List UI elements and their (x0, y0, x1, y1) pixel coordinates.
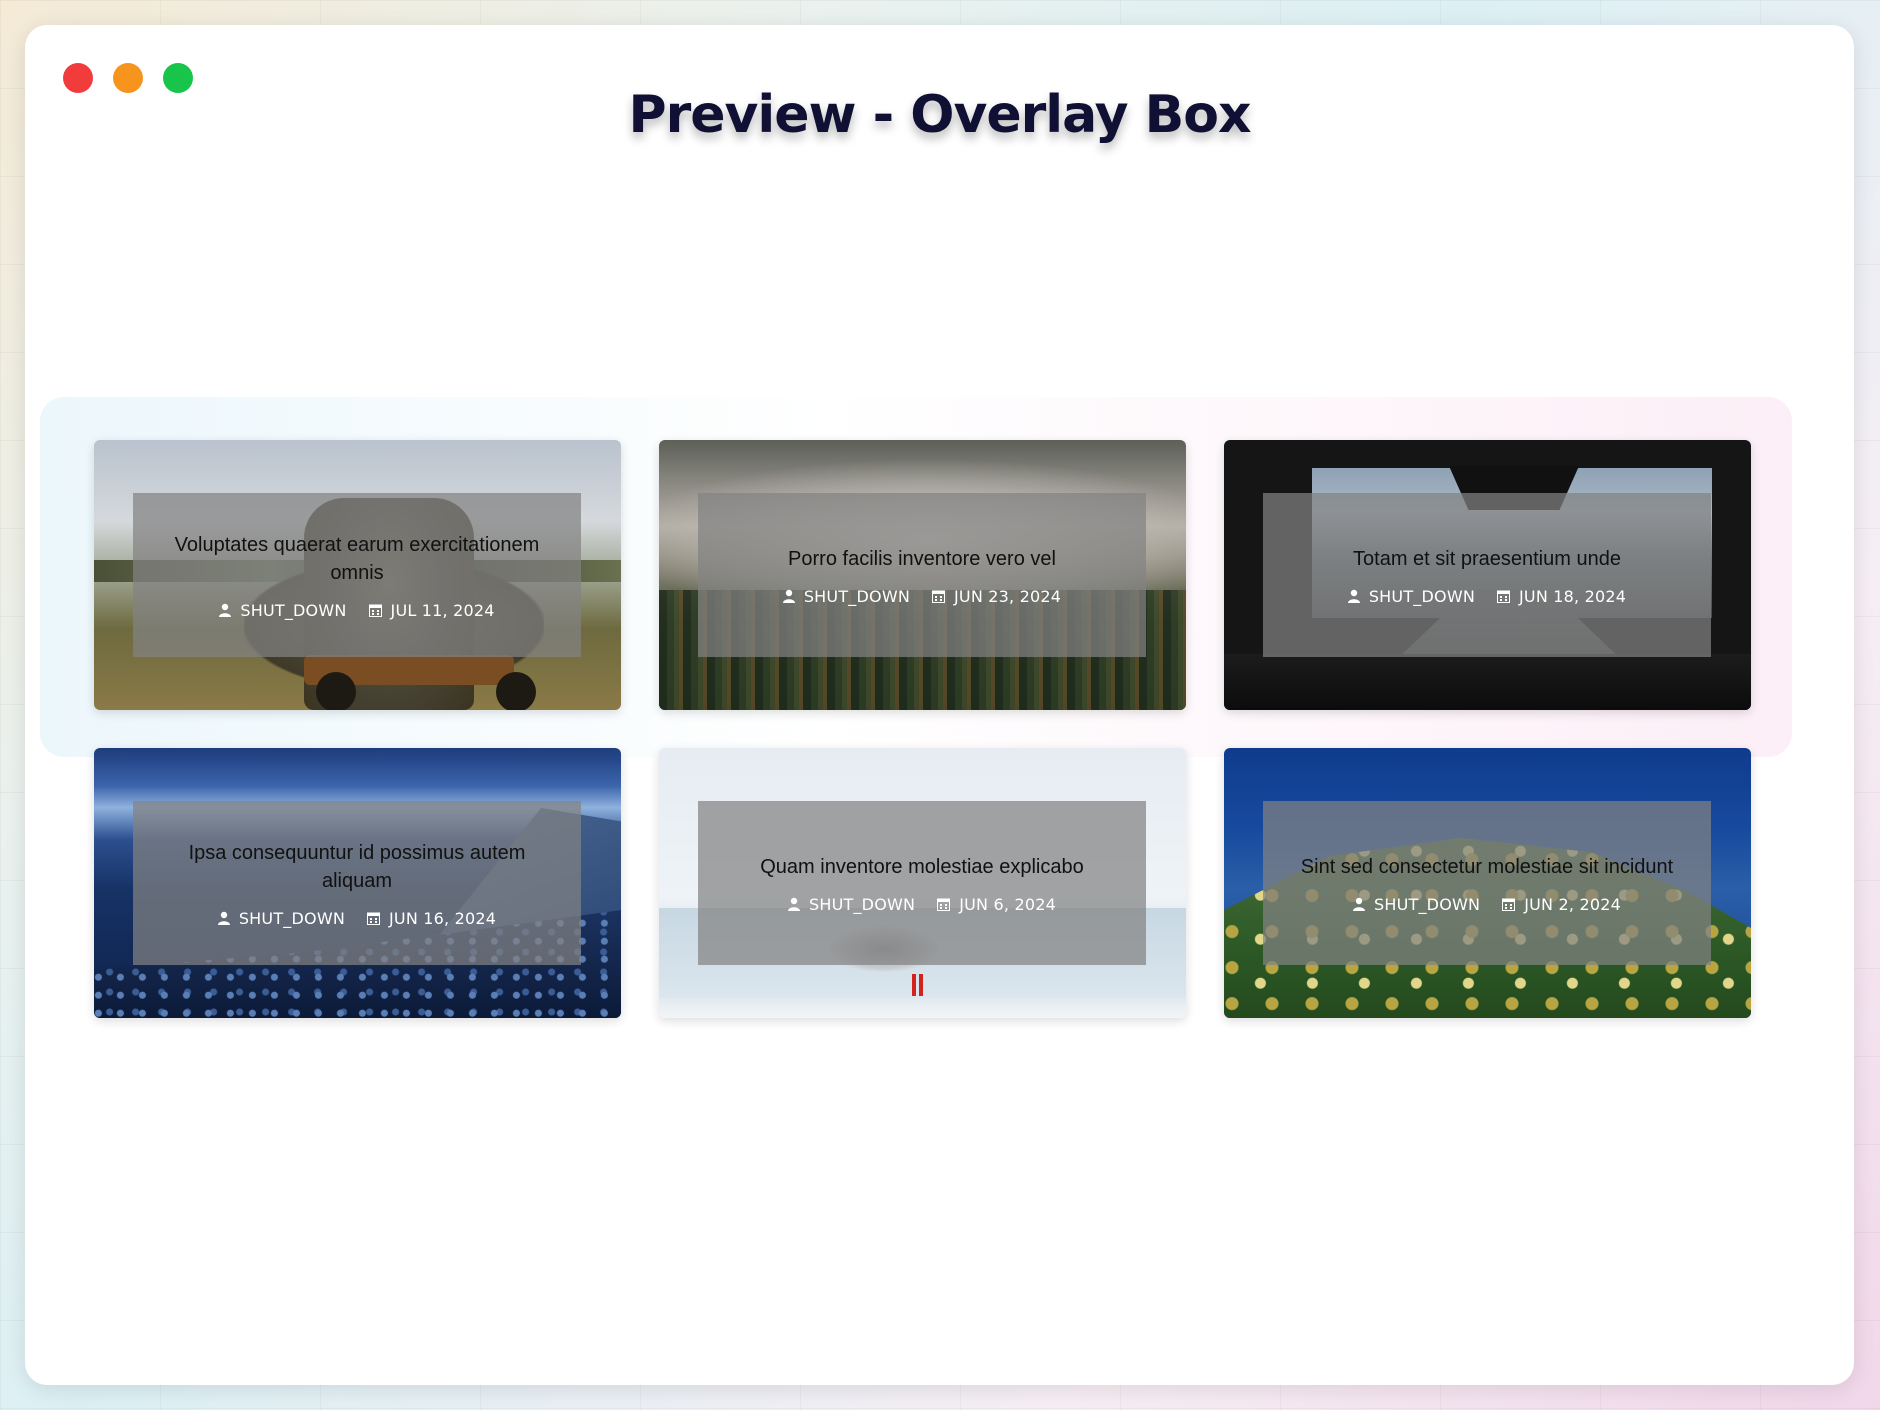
user-icon (1353, 897, 1366, 911)
post-title[interactable]: Quam inventore molestiae explicabo (760, 853, 1084, 881)
post-date: JUN 16, 2024 (389, 908, 497, 928)
post-grid: Voluptates quaerat earum exercitationem … (94, 440, 1751, 1018)
user-icon (788, 897, 801, 911)
post-overlay-box: Quam inventore molestiae explicabo SHUT_… (698, 801, 1146, 965)
post-date: JUN 23, 2024 (954, 586, 1062, 606)
post-card[interactable]: Ipsa consequuntur id possimus autem aliq… (94, 748, 621, 1018)
post-author[interactable]: SHUT_DOWN (804, 587, 910, 606)
post-overlay-box: Porro facilis inventore vero vel SHUT_DO… (698, 493, 1146, 657)
post-title[interactable]: Porro facilis inventore vero vel (788, 545, 1056, 573)
calendar-icon (367, 912, 381, 925)
post-card[interactable]: Sint sed consectetur molestiae sit incid… (1224, 748, 1751, 1018)
post-meta: SHUT_DOWN JUN 2, 2024 (1353, 895, 1621, 914)
calendar-icon (1502, 898, 1516, 911)
calendar-icon (1497, 590, 1511, 603)
post-author[interactable]: SHUT_DOWN (1374, 895, 1480, 914)
user-icon (782, 589, 795, 603)
post-title[interactable]: Ipsa consequuntur id possimus autem aliq… (155, 839, 559, 895)
post-meta: SHUT_DOWN JUN 16, 2024 (217, 908, 497, 928)
post-overlay-box: Sint sed consectetur molestiae sit incid… (1263, 801, 1711, 965)
post-date: JUL 11, 2024 (390, 600, 495, 620)
post-overlay-box: Voluptates quaerat earum exercitationem … (133, 493, 581, 657)
post-overlay-box: Totam et sit praesentium unde SHUT_DOWN … (1263, 493, 1711, 657)
post-card[interactable]: Quam inventore molestiae explicabo SHUT_… (659, 748, 1186, 1018)
post-date: JUN 6, 2024 (959, 894, 1056, 914)
post-author[interactable]: SHUT_DOWN (1369, 587, 1475, 606)
calendar-icon (937, 898, 951, 911)
post-meta: SHUT_DOWN JUN 6, 2024 (788, 895, 1056, 914)
post-title[interactable]: Sint sed consectetur molestiae sit incid… (1301, 853, 1673, 881)
user-icon (219, 603, 232, 617)
post-author[interactable]: SHUT_DOWN (809, 895, 915, 914)
post-title[interactable]: Voluptates quaerat earum exercitationem … (155, 531, 559, 587)
post-card[interactable]: Totam et sit praesentium unde SHUT_DOWN … (1224, 440, 1751, 710)
post-date: JUN 18, 2024 (1519, 586, 1627, 606)
post-card[interactable]: Porro facilis inventore vero vel SHUT_DO… (659, 440, 1186, 710)
calendar-icon (932, 590, 946, 603)
post-date: JUN 2, 2024 (1524, 894, 1621, 914)
post-meta: SHUT_DOWN JUN 18, 2024 (1347, 586, 1627, 606)
post-meta: SHUT_DOWN JUL 11, 2024 (219, 601, 494, 620)
post-card[interactable]: Voluptates quaerat earum exercitationem … (94, 440, 621, 710)
post-author[interactable]: SHUT_DOWN (239, 909, 345, 928)
post-meta: SHUT_DOWN JUN 23, 2024 (782, 586, 1062, 606)
page-title: Preview - Overlay Box (628, 85, 1251, 145)
calendar-icon (368, 604, 382, 617)
user-icon (1347, 589, 1360, 603)
post-overlay-box: Ipsa consequuntur id possimus autem aliq… (133, 801, 581, 965)
post-author[interactable]: SHUT_DOWN (240, 601, 346, 620)
user-icon (217, 911, 230, 925)
post-title[interactable]: Totam et sit praesentium unde (1353, 545, 1621, 573)
